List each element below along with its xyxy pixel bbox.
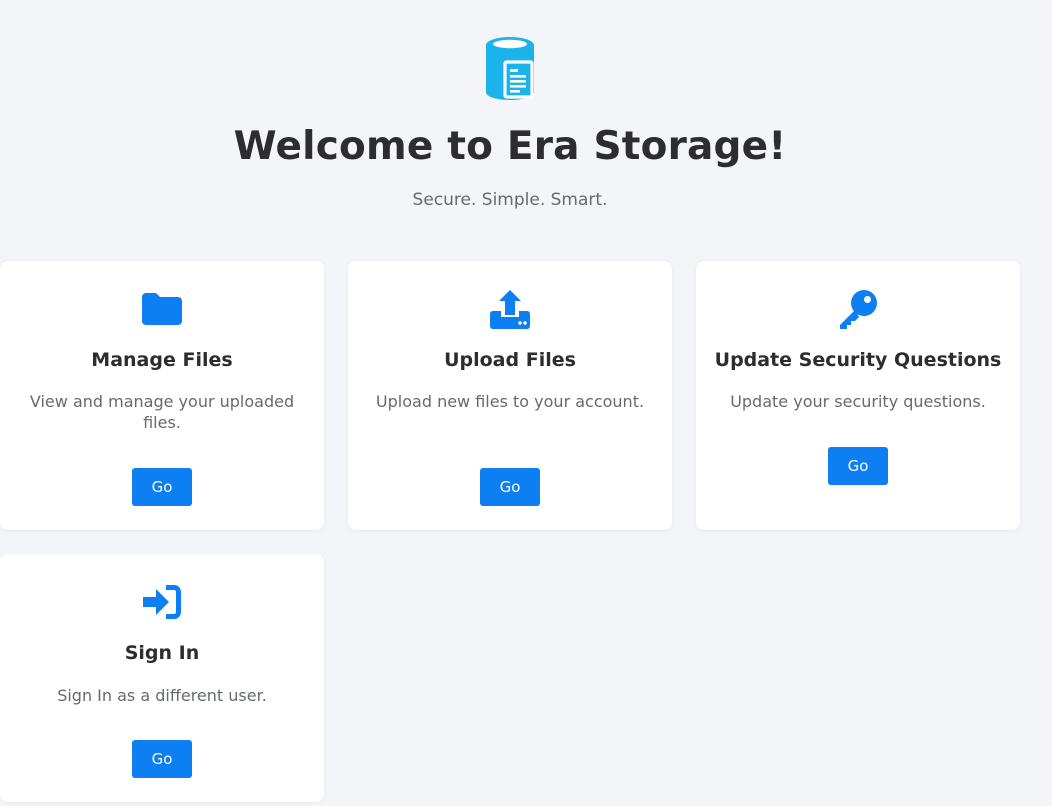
card-update-security-questions: Update Security Questions Update your se… xyxy=(696,261,1020,530)
card-description: Upload new files to your account. xyxy=(375,392,645,411)
card-title: Manage Files xyxy=(91,349,233,371)
update-security-questions-go-button[interactable]: Go xyxy=(828,447,888,485)
card-title: Upload Files xyxy=(444,349,576,371)
home-page: Welcome to Era Storage! Secure. Simple. … xyxy=(0,0,1052,806)
card-sign-in: Sign In Sign In as a different user. Go xyxy=(0,554,324,802)
upload-icon xyxy=(490,290,530,329)
page-title: Welcome to Era Storage! xyxy=(233,124,787,169)
upload-files-go-button[interactable]: Go xyxy=(480,468,540,506)
folder-icon xyxy=(142,293,182,325)
card-description: View and manage your uploaded files. xyxy=(29,392,295,432)
key-icon xyxy=(840,290,877,329)
card-title: Sign In xyxy=(124,642,200,664)
sign-in-icon xyxy=(143,585,181,619)
card-description: Update your security questions. xyxy=(730,392,986,411)
card-description: Sign In as a different user. xyxy=(57,686,267,705)
database-document-icon xyxy=(486,37,534,100)
manage-files-go-button[interactable]: Go xyxy=(132,468,192,506)
sign-in-go-button[interactable]: Go xyxy=(132,740,192,778)
tagline: Secure. Simple. Smart. xyxy=(412,190,608,210)
card-manage-files: Manage Files View and manage your upload… xyxy=(0,261,324,530)
card-upload-files: Upload Files Upload new files to your ac… xyxy=(348,261,672,530)
card-title: Update Security Questions xyxy=(714,349,1002,371)
